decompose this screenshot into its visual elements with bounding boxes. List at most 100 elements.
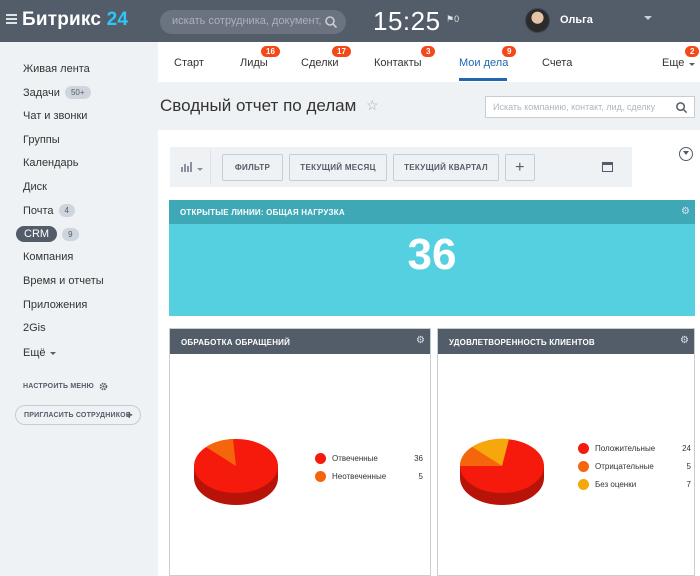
legend-value: 5 xyxy=(418,472,423,481)
gear-icon[interactable]: ⚙ xyxy=(680,336,689,346)
star-icon[interactable]: ☆ xyxy=(366,97,379,114)
setup-menu-label: НАСТРОИТЬ МЕНЮ xyxy=(23,383,94,390)
chevron-down-icon[interactable] xyxy=(197,168,203,171)
tab-my-activities[interactable]: Мои дела xyxy=(459,57,508,69)
current-month-button[interactable]: ТЕКУЩИЙ МЕСЯЦ xyxy=(289,154,387,181)
tab-leads[interactable]: Лиды xyxy=(240,57,268,69)
legend-item: Неотвеченные xyxy=(315,471,386,482)
collapse-icon[interactable] xyxy=(679,147,693,161)
sidebar-item-disk[interactable]: Диск xyxy=(23,181,47,193)
crm-tabs: Старт Лиды 16 Сделки 17 Контакты 3 Мои д… xyxy=(158,42,700,82)
legend-item: Без оценки xyxy=(578,479,636,490)
legend-dot xyxy=(578,443,589,454)
sidebar-item-mail[interactable]: Почта 4 xyxy=(23,204,75,217)
legend-item: Положительные xyxy=(578,443,655,454)
widget-header: УДОВЛЕТВОРЕННОСТЬ КЛИЕНТОВ ⚙ xyxy=(438,329,694,354)
global-search-input[interactable]: искать сотрудника, документ, пр xyxy=(160,10,346,34)
chevron-down-icon[interactable] xyxy=(689,63,695,66)
legend-item: Отвеченные xyxy=(315,453,378,464)
sidebar-item-label: Ещё xyxy=(23,347,46,359)
sidebar-item-label: 2Gis xyxy=(23,322,46,334)
top-bar: Битрикс 24 искать сотрудника, документ, … xyxy=(0,0,700,42)
chart-icon[interactable] xyxy=(181,162,193,172)
sidebar-item-label: Группы xyxy=(23,134,60,146)
flag-icon: ⚑ xyxy=(446,14,455,24)
logo-text: Битрикс xyxy=(22,9,102,30)
sidebar-item-chat[interactable]: Чат и звонки xyxy=(23,110,87,122)
setup-menu-button[interactable]: НАСТРОИТЬ МЕНЮ xyxy=(23,382,108,391)
crm-search-input[interactable]: Искать компанию, контакт, лид, сделку xyxy=(485,96,695,118)
widget-header: ОБРАБОТКА ОБРАЩЕНИЙ ⚙ xyxy=(170,329,430,354)
global-search-placeholder: искать сотрудника, документ, пр xyxy=(172,15,322,27)
widget-title: УДОВЛЕТВОРЕННОСТЬ КЛИЕНТОВ xyxy=(449,338,595,347)
flag-counter[interactable]: ⚑0 xyxy=(446,14,459,25)
open-lines-value: 36 xyxy=(407,230,457,279)
gear-icon[interactable]: ⚙ xyxy=(681,207,690,217)
sidebar-item-label: CRM xyxy=(16,226,58,242)
menu-icon[interactable] xyxy=(6,14,17,24)
widget-title: ОБРАБОТКА ОБРАЩЕНИЙ xyxy=(181,338,291,347)
sidebar-item-time-reports[interactable]: Время и отчеты xyxy=(23,275,104,287)
invite-label: ПРИГЛАСИТЬ СОТРУДНИКОВ xyxy=(24,411,132,419)
logo[interactable]: Битрикс 24 xyxy=(22,9,128,31)
chevron-down-icon[interactable] xyxy=(644,16,652,20)
search-icon[interactable] xyxy=(324,15,338,29)
sidebar-item-label: Компания xyxy=(23,251,74,263)
sidebar-item-label: Задачи xyxy=(23,86,60,99)
open-lines-widget: ОТКРЫТЫЕ ЛИНИИ: ОБЩАЯ НАГРУЗКА ⚙ 36 xyxy=(169,200,695,316)
satisfaction-widget: УДОВЛЕТВОРЕННОСТЬ КЛИЕНТОВ ⚙ Положительн… xyxy=(437,328,695,576)
legend-value: 7 xyxy=(686,480,691,489)
legend-value: 5 xyxy=(686,462,691,471)
avatar[interactable] xyxy=(525,8,550,33)
sidebar-item-tasks[interactable]: Задачи 50+ xyxy=(23,86,91,99)
counter-badge: 9 xyxy=(62,227,79,241)
filter-button[interactable]: ФИЛЬТР xyxy=(222,154,283,181)
requests-pie-chart xyxy=(194,439,278,505)
sidebar-item-company[interactable]: Компания xyxy=(23,251,73,263)
counter-badge: 4 xyxy=(58,204,75,217)
logo-number: 24 xyxy=(106,9,129,30)
sidebar-item-apps[interactable]: Приложения xyxy=(23,299,87,311)
sidebar-item-feed[interactable]: Живая лента xyxy=(23,63,90,75)
sidebar-item-label: Время и отчеты xyxy=(23,275,104,287)
sidebar-item-calendar[interactable]: Календарь xyxy=(23,157,79,169)
current-quarter-button[interactable]: ТЕКУЩИЙ КВАРТАЛ xyxy=(393,154,499,181)
legend-label: Неотвеченные xyxy=(332,472,387,481)
flag-count: 0 xyxy=(454,14,460,24)
sidebar-item-2gis[interactable]: 2Gis xyxy=(23,322,46,334)
tab-leads-badge: 16 xyxy=(261,46,280,57)
legend-item: Отрицательные xyxy=(578,461,654,472)
sidebar-item-label: Почта xyxy=(23,204,54,217)
search-icon[interactable] xyxy=(675,101,688,114)
sidebar-item-more[interactable]: Ещё xyxy=(23,347,56,359)
invite-employees-button[interactable]: ПРИГЛАСИТЬ СОТРУДНИКОВ + xyxy=(15,405,141,425)
requests-widget: ОБРАБОТКА ОБРАЩЕНИЙ ⚙ Отвеченные 36 Неот… xyxy=(169,328,431,576)
tab-deals[interactable]: Сделки xyxy=(301,57,339,69)
sidebar-item-groups[interactable]: Группы xyxy=(23,134,60,146)
legend-label: Без оценки xyxy=(595,480,637,489)
user-name[interactable]: Ольга xyxy=(560,14,593,26)
legend-label: Положительные xyxy=(595,444,656,453)
clock[interactable]: 15:25 xyxy=(373,6,441,37)
tab-my-activities-badge: 9 xyxy=(502,46,517,57)
sidebar-item-label: Диск xyxy=(23,181,47,193)
add-widget-button[interactable]: + xyxy=(505,154,535,181)
widget-header: ОТКРЫТЫЕ ЛИНИИ: ОБЩАЯ НАГРУЗКА ⚙ xyxy=(169,200,695,224)
page-title: Сводный отчет по делам xyxy=(160,96,357,115)
counter-badge: 50+ xyxy=(64,86,91,99)
tab-invoices[interactable]: Счета xyxy=(542,57,572,69)
toolbar-divider xyxy=(210,150,211,184)
layout-icon[interactable] xyxy=(602,162,613,172)
gear-icon xyxy=(99,382,108,391)
tab-deals-badge: 17 xyxy=(332,46,351,57)
legend-dot xyxy=(578,461,589,472)
legend-label: Отвеченные xyxy=(332,454,378,463)
tab-more-badge: 2 xyxy=(685,46,700,57)
legend-dot xyxy=(315,471,326,482)
sidebar-item-crm[interactable]: CRM 9 xyxy=(16,226,79,242)
tab-start[interactable]: Старт xyxy=(174,57,204,69)
gear-icon[interactable]: ⚙ xyxy=(416,336,425,346)
tab-contacts[interactable]: Контакты xyxy=(374,57,422,69)
legend-label: Отрицательные xyxy=(595,462,654,471)
tab-more[interactable]: Еще xyxy=(662,57,684,69)
